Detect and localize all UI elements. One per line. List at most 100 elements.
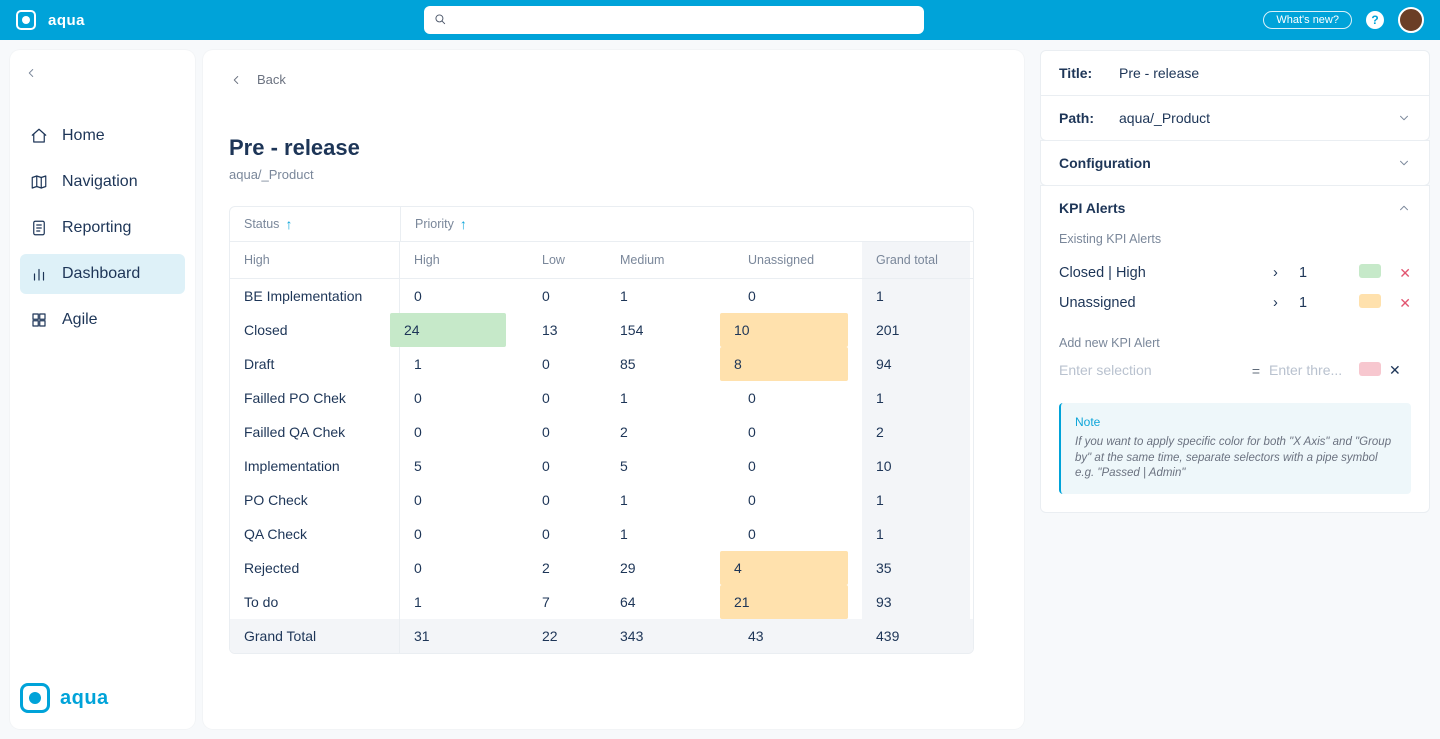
cell: 8 — [734, 347, 862, 381]
cell: 0 — [734, 279, 862, 313]
cell: 0 — [734, 381, 862, 415]
grid-icon — [30, 311, 48, 329]
table-row: Closed241315410201 — [230, 313, 973, 347]
cell: 5 — [400, 449, 528, 483]
chevron-left-icon — [24, 66, 38, 80]
chevron-up-icon — [1397, 201, 1411, 215]
help-icon[interactable]: ? — [1366, 11, 1384, 29]
row-label: To do — [230, 585, 400, 619]
cell: 0 — [528, 449, 606, 483]
sidebar-item-label: Dashboard — [62, 265, 140, 283]
row-label: Rejected — [230, 551, 400, 585]
bar-chart-icon — [30, 265, 48, 283]
chevron-down-icon — [1397, 156, 1411, 170]
page-title: Pre - release — [229, 135, 998, 161]
cell: 2 — [606, 415, 734, 449]
table-row: PO Check00101 — [230, 483, 973, 517]
cell: 1 — [862, 381, 970, 415]
cell: 0 — [528, 483, 606, 517]
cell: 24 — [400, 313, 528, 347]
kpi-alert-row: Closed | High›1 ✕ — [1059, 258, 1411, 288]
cell: 0 — [400, 551, 528, 585]
sidebar-item-agile[interactable]: Agile — [20, 300, 185, 340]
global-search-input[interactable] — [424, 6, 924, 34]
cell: 1 — [862, 483, 970, 517]
row-label: Failled PO Chek — [230, 381, 400, 415]
home-icon — [30, 127, 48, 145]
row-label: Grand Total — [230, 619, 400, 653]
cell: 0 — [734, 415, 862, 449]
pivot-col-header: Unassigned — [734, 242, 862, 278]
row-label: BE Implementation — [230, 279, 400, 313]
cell: 13 — [528, 313, 606, 347]
cell: 7 — [528, 585, 606, 619]
user-avatar[interactable] — [1398, 7, 1424, 33]
add-kpi-label: Add new KPI Alert — [1059, 336, 1411, 350]
cell: 154 — [606, 313, 734, 347]
sidebar-item-home[interactable]: Home — [20, 116, 185, 156]
whats-new-button[interactable]: What's new? — [1263, 11, 1352, 29]
sidebar-item-dashboard[interactable]: Dashboard — [20, 254, 185, 294]
kpi-section-toggle[interactable]: KPI Alerts — [1041, 186, 1429, 230]
cell: 0 — [400, 483, 528, 517]
path-field[interactable]: Path: aqua/_Product — [1041, 96, 1429, 140]
path-value: aqua/_Product — [1119, 110, 1210, 126]
kpi-color-swatch[interactable] — [1359, 362, 1381, 376]
cell: 201 — [862, 313, 970, 347]
main-content: Back Pre - release aqua/_Product Status … — [203, 50, 1024, 729]
cell: 1 — [862, 517, 970, 551]
sidebar-item-label: Navigation — [62, 173, 138, 191]
greater-than-icon: › — [1273, 265, 1299, 281]
table-row: QA Check00101 — [230, 517, 973, 551]
cell: 1 — [606, 517, 734, 551]
row-label: Closed — [230, 313, 400, 347]
table-row: Implementation505010 — [230, 449, 973, 483]
kpi-threshold-input[interactable] — [1269, 358, 1359, 383]
sidebar-item-navigation[interactable]: Navigation — [20, 162, 185, 202]
kpi-selection-input[interactable] — [1059, 358, 1243, 383]
cell: 21 — [734, 585, 862, 619]
cell: 10 — [862, 449, 970, 483]
cell: 0 — [400, 517, 528, 551]
pivot-column-headers: High High Low Medium Unassigned Grand to… — [230, 242, 973, 279]
kpi-delete-button[interactable]: ✕ — [1389, 362, 1411, 379]
pivot-col-dimension-header[interactable]: Priority ↑ — [400, 207, 973, 241]
cell: 1 — [862, 279, 970, 313]
row-label: QA Check — [230, 517, 400, 551]
pivot-col-header: Grand total — [862, 242, 970, 278]
row-label: Implementation — [230, 449, 400, 483]
brand-name: aqua — [48, 12, 85, 29]
cell: 0 — [528, 381, 606, 415]
cell: 64 — [606, 585, 734, 619]
kpi-color-swatch[interactable] — [1359, 264, 1381, 278]
configuration-section-toggle[interactable]: Configuration — [1041, 141, 1429, 185]
brand-logo-icon — [16, 10, 36, 30]
pivot-col-header: Medium — [606, 242, 734, 278]
cell: 0 — [734, 483, 862, 517]
greater-than-icon: › — [1273, 295, 1299, 311]
cell: 0 — [528, 517, 606, 551]
kpi-delete-button[interactable]: ✕ — [1389, 265, 1411, 282]
pivot-col-header: High — [400, 242, 528, 278]
table-row: To do17642193 — [230, 585, 973, 619]
cell: 0 — [400, 415, 528, 449]
back-link[interactable]: Back — [257, 72, 286, 87]
equals-icon: = — [1243, 363, 1269, 379]
kpi-alert-threshold: 1 — [1299, 265, 1359, 281]
kpi-color-swatch[interactable] — [1359, 294, 1381, 308]
kpi-alert-name: Closed | High — [1059, 265, 1273, 281]
kpi-alert-name: Unassigned — [1059, 295, 1273, 311]
cell: 1 — [606, 279, 734, 313]
cell: 1 — [606, 483, 734, 517]
cell: 4 — [734, 551, 862, 585]
sidebar-item-reporting[interactable]: Reporting — [20, 208, 185, 248]
kpi-delete-button[interactable]: ✕ — [1389, 295, 1411, 312]
cell: 0 — [400, 279, 528, 313]
table-row: Failled QA Chek00202 — [230, 415, 973, 449]
kpi-alert-threshold: 1 — [1299, 295, 1359, 311]
pivot-row-dimension-header[interactable]: Status ↑ — [230, 207, 400, 241]
kpi-alert-row: Unassigned›1 ✕ — [1059, 288, 1411, 318]
sidebar-collapse-button[interactable] — [22, 64, 40, 82]
cell: 1 — [400, 585, 528, 619]
cell: 29 — [606, 551, 734, 585]
